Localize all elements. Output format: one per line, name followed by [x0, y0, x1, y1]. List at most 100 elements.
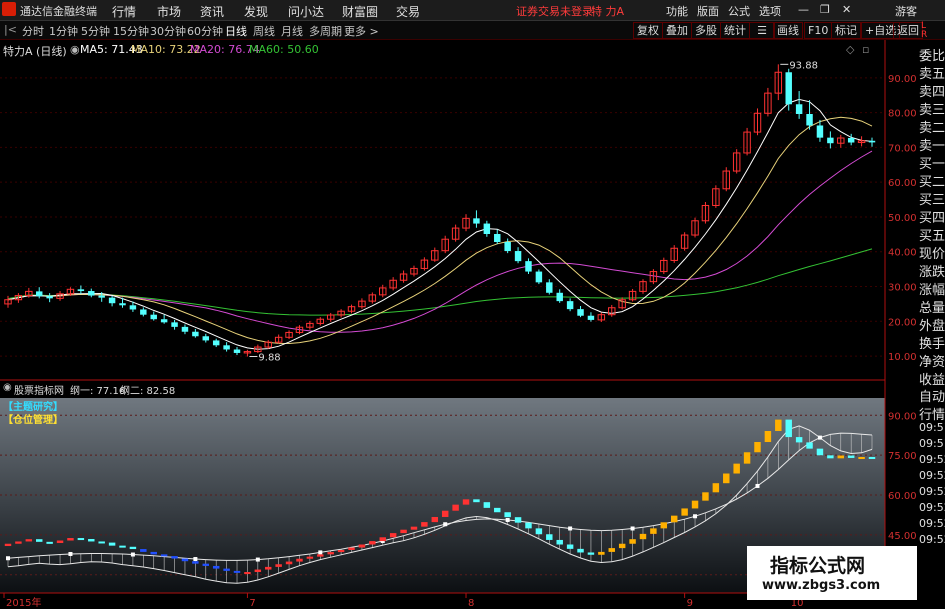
sub-line2-marker — [630, 526, 635, 531]
tab-multi-period[interactable]: 多周期 — [309, 23, 342, 39]
sub-box-up — [441, 510, 449, 517]
f10-button[interactable]: F10 — [804, 22, 833, 39]
candle-down — [587, 315, 595, 320]
toolbar-scroll-icon[interactable]: |< — [4, 23, 17, 36]
tab-daily[interactable]: 日线 — [225, 23, 247, 39]
legend-toggle-icon[interactable]: ◉ — [70, 43, 80, 56]
sub-box-down — [202, 563, 210, 566]
chart-zoom-icon[interactable]: ▫ — [862, 43, 869, 56]
candle-down — [785, 72, 792, 105]
menu-options[interactable]: 选项 — [759, 3, 781, 19]
sub-box-up — [56, 540, 64, 543]
draw-line-button[interactable]: 画线 — [773, 22, 803, 39]
time-axis: 2015年 7 8 9 10 — [3, 593, 803, 609]
menu-formula[interactable]: 公式 — [728, 3, 750, 19]
watermark-title: 指标公式网 — [770, 555, 866, 577]
sub-box-down — [514, 517, 522, 523]
statistics-button[interactable]: 统计 — [720, 22, 750, 39]
sub-box-up — [618, 543, 626, 549]
sub-box-down — [140, 549, 147, 552]
close-icon[interactable]: ✕ — [842, 3, 851, 16]
back-button[interactable]: 返回 — [893, 22, 923, 39]
sub-line2-marker — [568, 526, 573, 531]
overlay-button[interactable]: 叠加 — [662, 22, 692, 39]
tab-weekly[interactable]: 周线 — [253, 23, 275, 39]
sub-box-down — [473, 499, 480, 503]
sub-box-up — [723, 473, 730, 484]
sub-box-up — [608, 548, 615, 552]
sub-indicator-title: 股票指标网 — [14, 386, 64, 397]
sub-box-down — [483, 502, 491, 508]
sub-box-down — [577, 548, 584, 553]
menu-discover[interactable]: 发现 — [244, 3, 268, 20]
sub-box-up — [681, 508, 688, 516]
side-bid3: 买三 — [919, 193, 945, 208]
side-time: 09:52 — [919, 485, 945, 498]
sub-box-up — [775, 419, 782, 432]
menu-layout[interactable]: 版面 — [697, 3, 719, 19]
sub-box-down — [847, 455, 855, 458]
sub-box-up — [327, 552, 334, 555]
multi-stock-button[interactable]: 多股 — [691, 22, 721, 39]
tab-more[interactable]: 更多 > — [344, 23, 379, 39]
sub-box-down — [525, 522, 532, 529]
tab-15min[interactable]: 15分钟 — [113, 23, 149, 39]
tab-60min[interactable]: 60分钟 — [187, 23, 223, 39]
adjust-button[interactable]: 复权 — [633, 22, 663, 39]
mark-button[interactable]: 标记 — [831, 22, 861, 39]
sub-box-down — [212, 565, 220, 569]
tab-monthly[interactable]: 月线 — [281, 23, 303, 39]
side-time: 09:52 — [919, 453, 945, 466]
sub-line2-marker — [255, 557, 260, 562]
restore-icon[interactable]: ❐ — [820, 3, 830, 16]
chart-option-icon[interactable]: ◇ — [846, 43, 854, 56]
menu-market[interactable]: 市场 — [157, 3, 181, 20]
sub-box-up — [306, 556, 314, 559]
sub-tick-label: 60.00 — [888, 491, 917, 502]
sub-box-down — [795, 437, 803, 443]
settings-icon[interactable]: ☰ — [749, 22, 775, 39]
side-ask4: 卖四 — [919, 85, 945, 100]
sub-box-up — [598, 551, 605, 555]
sub-box-up — [254, 569, 262, 573]
chart-area[interactable]: 90.00 80.00 70.00 60.00 50.00 40.00 30.00 20.00… — [0, 40, 945, 609]
sub-box-down — [827, 455, 834, 459]
menu-trade[interactable]: 交易 — [396, 3, 420, 20]
candle-down — [494, 234, 501, 242]
sub-box-down — [88, 538, 95, 542]
candle-down — [192, 331, 199, 337]
tab-1min[interactable]: 1分钟 — [49, 23, 78, 39]
candle-down — [36, 291, 43, 297]
tab-intraday[interactable]: 分时 — [22, 23, 44, 39]
price-tick-label: 90.00 — [888, 74, 917, 85]
tab-30min[interactable]: 30分钟 — [150, 23, 186, 39]
sub-box-up — [275, 564, 282, 567]
trade-login-notice[interactable]: 证券交易未登录 — [516, 3, 593, 19]
sub-box-up — [348, 547, 355, 551]
sub-line2-marker — [693, 514, 698, 519]
time-tick-label: 9 — [687, 598, 693, 609]
guest-login[interactable]: 游客 — [895, 3, 917, 19]
menu-market-quotes[interactable]: 行情 — [112, 3, 136, 20]
menu-news[interactable]: 资讯 — [200, 3, 224, 20]
sub-box-down — [785, 419, 792, 438]
sub-toggle-icon[interactable]: ◉ — [3, 382, 12, 393]
menu-ask-xiaoda[interactable]: 问小达 — [288, 3, 324, 20]
ma60-value: MA60: 50.60 — [249, 43, 319, 56]
sub-box-up — [660, 522, 668, 529]
menu-functions[interactable]: 功能 — [666, 3, 688, 19]
candle-down — [160, 319, 168, 323]
side-auto[interactable]: 自动 — [919, 386, 945, 405]
sub-box-down — [816, 448, 824, 456]
ma10-line — [7, 116, 873, 345]
sub-box-up — [244, 572, 251, 575]
side-ask2: 卖二 — [919, 121, 945, 136]
sub-line2-marker — [130, 552, 135, 557]
minimize-icon[interactable]: — — [798, 3, 809, 16]
extreme-price-label: 93.88 — [789, 60, 818, 71]
side-bid1: 买一 — [919, 157, 945, 172]
sub-box-up — [639, 533, 647, 540]
side-ask1: 卖一 — [919, 139, 945, 154]
tab-5min[interactable]: 5分钟 — [81, 23, 110, 39]
menu-wealth-circle[interactable]: 财富圈 — [342, 3, 378, 20]
